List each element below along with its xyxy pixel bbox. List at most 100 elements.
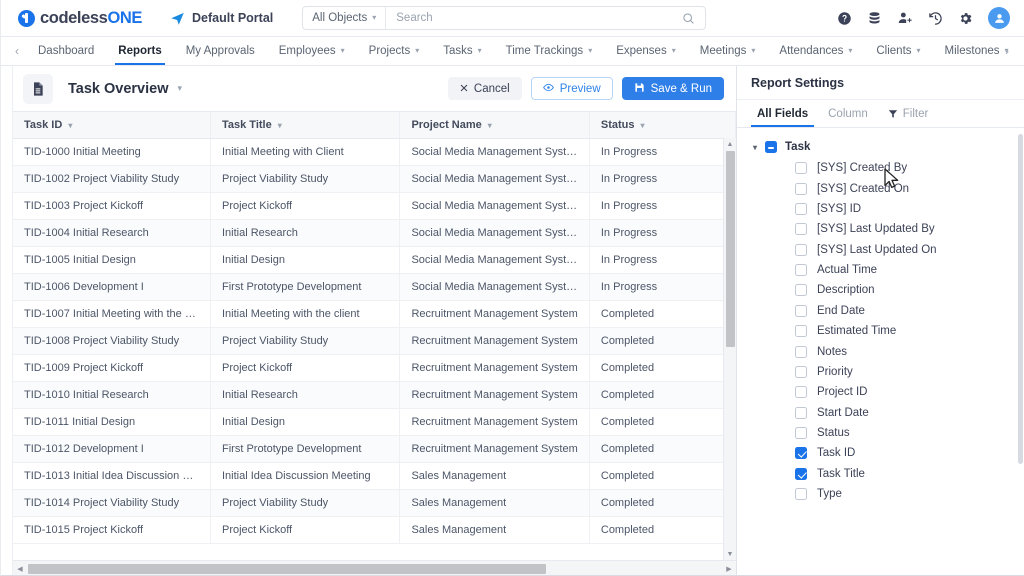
field-checkbox[interactable] (795, 182, 807, 195)
table-row[interactable]: TID-1007 Initial Meeting with the cli… In… (13, 300, 736, 328)
field-row[interactable]: [SYS] Last Updated By (737, 219, 1024, 239)
field-row[interactable]: [SYS] ID (737, 199, 1024, 219)
table-vertical-scrollbar[interactable]: ▲ ▼ (723, 138, 736, 560)
column-header-project-name[interactable]: Project Name ▾ (399, 112, 590, 139)
table-row[interactable]: TID-1008 Project Viability Study Project … (13, 327, 736, 355)
scroll-up-icon[interactable]: ▲ (724, 138, 736, 150)
field-checkbox[interactable] (795, 447, 807, 460)
nav-item-time-trackings[interactable]: Time Trackings ▾ (494, 37, 605, 65)
field-checkbox[interactable] (795, 284, 807, 297)
table-row[interactable]: TID-1004 Initial Research Initial Researc… (13, 219, 736, 247)
field-row[interactable]: End Date (737, 301, 1024, 321)
table-row[interactable]: TID-1013 Initial Idea Discussion Me… Init… (13, 462, 736, 490)
nav-item-clients[interactable]: Clients ▾ (864, 37, 932, 65)
field-checkbox[interactable] (795, 243, 807, 256)
column-header-status[interactable]: Status ▾ (589, 112, 736, 139)
tab-column[interactable]: Column (818, 100, 878, 127)
field-row[interactable]: Notes (737, 341, 1024, 361)
table-row[interactable]: TID-1000 Initial Meeting Initial Meeting … (13, 138, 736, 166)
sort-chevron-down-icon[interactable]: ▾ (488, 121, 492, 130)
field-row[interactable]: [SYS] Created By (737, 158, 1024, 178)
brand-logo[interactable]: codelessONE (18, 9, 142, 28)
help-icon[interactable] (837, 11, 852, 26)
nav-item-meetings[interactable]: Meetings ▾ (688, 37, 768, 65)
field-row[interactable]: Status (737, 423, 1024, 443)
tab-filter[interactable]: Filter (878, 100, 939, 127)
table-row[interactable]: TID-1015 Project Kickoff Project Kickoff S… (13, 516, 736, 544)
field-row[interactable]: Description (737, 280, 1024, 300)
nav-item-attendances[interactable]: Attendances ▾ (767, 37, 864, 65)
search-input[interactable] (386, 12, 683, 24)
field-checkbox[interactable] (795, 325, 807, 338)
nav-item-dashboard[interactable]: Dashboard (26, 37, 106, 65)
field-checkbox[interactable] (795, 202, 807, 215)
field-checkbox[interactable] (795, 427, 807, 440)
nav-item-expenses[interactable]: Expenses ▾ (604, 37, 688, 65)
sort-chevron-down-icon[interactable]: ▾ (278, 121, 282, 130)
search-scope-dropdown[interactable]: All Objects ▾ (303, 7, 387, 29)
global-search[interactable]: All Objects ▾ (302, 6, 707, 30)
database-icon[interactable] (867, 11, 882, 26)
field-checkbox[interactable] (795, 345, 807, 358)
field-group-checkbox[interactable] (765, 141, 778, 153)
nav-item-my-approvals[interactable]: My Approvals (174, 37, 267, 65)
table-row[interactable]: TID-1006 Development I First Prototype De… (13, 273, 736, 301)
field-checkbox[interactable] (795, 264, 807, 277)
field-row[interactable]: Start Date (737, 403, 1024, 423)
field-row[interactable]: [SYS] Created On (737, 178, 1024, 198)
field-checkbox[interactable] (795, 365, 807, 378)
horizontal-scroll-track[interactable] (27, 561, 722, 576)
report-title-chevron-down-icon[interactable]: ▾ (178, 83, 183, 94)
table-horizontal-scrollbar[interactable]: ◀ ▶ (13, 560, 736, 576)
field-checkbox[interactable] (795, 467, 807, 480)
panel-vertical-scrollbar[interactable] (1017, 128, 1024, 576)
chevron-down-icon[interactable]: ▾ (753, 143, 757, 152)
panel-scroll-thumb[interactable] (1018, 134, 1023, 464)
field-checkbox[interactable] (795, 304, 807, 317)
cancel-button[interactable]: Cancel (447, 77, 522, 100)
column-header-task-id[interactable]: Task ID ▾ (13, 112, 211, 139)
field-row[interactable]: [SYS] Last Updated On (737, 240, 1024, 260)
sort-chevron-down-icon[interactable]: ▾ (68, 121, 72, 130)
field-row[interactable]: Task ID (737, 443, 1024, 463)
table-row[interactable]: TID-1003 Project Kickoff Project Kickoff S… (13, 192, 736, 220)
history-icon[interactable] (928, 11, 943, 26)
horizontal-scroll-thumb[interactable] (28, 564, 546, 574)
table-row[interactable]: TID-1011 Initial Design Initial Design Rec… (13, 408, 736, 436)
sort-chevron-down-icon[interactable]: ▾ (641, 121, 645, 130)
field-row[interactable]: Actual Time (737, 260, 1024, 280)
field-row[interactable]: Type (737, 484, 1024, 504)
column-header-task-title[interactable]: Task Title ▾ (210, 112, 401, 139)
field-checkbox[interactable] (795, 162, 807, 175)
nav-item-milestones[interactable]: Milestones ▾ (933, 37, 1021, 65)
search-icon[interactable] (682, 12, 705, 25)
field-row[interactable]: Priority (737, 362, 1024, 382)
nav-item-employees[interactable]: Employees ▾ (267, 37, 357, 65)
field-checkbox[interactable] (795, 386, 807, 399)
avatar[interactable] (988, 7, 1010, 29)
table-row[interactable]: TID-1002 Project Viability Study Project … (13, 165, 736, 193)
table-row[interactable]: TID-1009 Project Kickoff Project Kickoff R… (13, 354, 736, 382)
scroll-right-icon[interactable]: ▶ (722, 565, 736, 573)
tab-all-fields[interactable]: All Fields (747, 100, 818, 127)
scroll-left-icon[interactable]: ◀ (13, 565, 27, 573)
field-group-task[interactable]: ▾ Task (737, 136, 1024, 158)
vertical-scroll-thumb[interactable] (726, 151, 735, 347)
scroll-down-icon[interactable]: ▼ (724, 548, 736, 560)
table-row[interactable]: TID-1012 Development I First Prototype De… (13, 435, 736, 463)
field-checkbox[interactable] (795, 488, 807, 501)
table-row[interactable]: TID-1010 Initial Research Initial Researc… (13, 381, 736, 409)
table-row[interactable]: TID-1005 Initial Design Initial Design Soc… (13, 246, 736, 274)
add-user-icon[interactable] (897, 10, 913, 26)
nav-item-reports[interactable]: Reports (106, 37, 173, 65)
portal-selector[interactable]: Default Portal (170, 11, 273, 26)
preview-button[interactable]: Preview (530, 77, 613, 100)
nav-item-tasks[interactable]: Tasks ▾ (431, 37, 493, 65)
nav-scroll-left-icon[interactable]: ‹ (8, 37, 26, 65)
gear-icon[interactable] (958, 11, 973, 26)
field-row[interactable]: Project ID (737, 382, 1024, 402)
field-row[interactable]: Estimated Time (737, 321, 1024, 341)
nav-item-projects[interactable]: Projects ▾ (357, 37, 432, 65)
save-run-button[interactable]: Save & Run (621, 77, 724, 100)
field-checkbox[interactable] (795, 406, 807, 419)
